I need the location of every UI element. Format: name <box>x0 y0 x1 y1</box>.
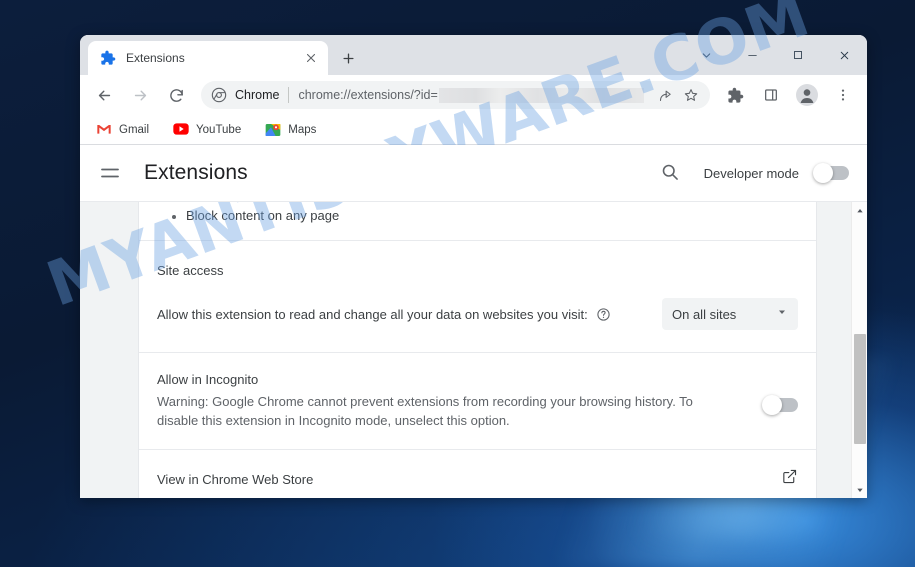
incognito-row: Allow in Incognito Warning: Google Chrom… <box>139 353 816 449</box>
permission-bullet-text: Block content on any page <box>186 208 340 223</box>
bookmark-youtube[interactable]: YouTube <box>167 119 247 141</box>
site-access-select[interactable]: On all sites <box>662 298 798 330</box>
extensions-page-header: Extensions Developer mode <box>80 145 867 202</box>
help-circle-icon[interactable] <box>596 307 611 322</box>
omnibox-actions <box>652 82 704 108</box>
chrome-browser-window: Extensions Chrome chrome://extensions/?i… <box>80 35 867 498</box>
bookmark-gmail[interactable]: Gmail <box>90 119 155 141</box>
bookmark-label: YouTube <box>196 123 242 136</box>
window-controls <box>683 35 867 75</box>
incognito-texts: Allow in Incognito Warning: Google Chrom… <box>157 372 764 430</box>
permission-bullet-row: Block content on any page <box>139 202 816 240</box>
extension-detail-card: Block content on any page Site access Al… <box>138 202 817 498</box>
browser-tab-extensions[interactable]: Extensions <box>88 41 328 75</box>
youtube-icon <box>173 122 189 138</box>
back-arrow-icon[interactable] <box>89 80 119 110</box>
side-panel-icon[interactable] <box>756 80 786 110</box>
bullet-dot-icon <box>172 215 176 219</box>
scroll-down-arrow-icon[interactable] <box>852 481 867 498</box>
extensions-detail-body: Block content on any page Site access Al… <box>80 202 867 498</box>
site-access-heading: Site access <box>157 263 224 278</box>
address-bar[interactable]: Chrome chrome://extensions/?id= <box>201 81 710 109</box>
site-access-row: Allow this extension to read and change … <box>139 286 816 352</box>
site-access-question: Allow this extension to read and change … <box>157 306 588 322</box>
developer-mode-toggle[interactable] <box>813 163 849 183</box>
minimize-icon[interactable] <box>729 35 775 75</box>
web-store-label: View in Chrome Web Store <box>157 471 314 487</box>
new-tab-button[interactable] <box>334 44 362 72</box>
share-icon[interactable] <box>652 82 678 108</box>
incognito-title: Allow in Incognito <box>157 372 259 387</box>
incognito-warning: Warning: Google Chrome cannot prevent ex… <box>157 394 693 428</box>
google-maps-icon <box>265 122 281 138</box>
external-link-icon[interactable] <box>781 468 798 490</box>
chevron-down-icon <box>776 305 788 323</box>
redacted-extension-id <box>438 87 644 103</box>
browser-toolbar: Chrome chrome://extensions/?id= <box>80 75 867 115</box>
web-store-row[interactable]: View in Chrome Web Store <box>139 450 816 498</box>
reload-icon[interactable] <box>161 80 191 110</box>
tab-title: Extensions <box>126 51 185 65</box>
scrollbar-thumb[interactable] <box>854 334 866 444</box>
search-icon[interactable] <box>660 162 682 184</box>
header-actions: Developer mode <box>660 162 849 184</box>
chevron-down-icon[interactable] <box>683 35 729 75</box>
page-title: Extensions <box>144 161 248 184</box>
hamburger-menu-icon[interactable] <box>98 161 122 185</box>
gmail-icon <box>96 122 112 138</box>
profile-avatar-icon[interactable] <box>792 80 822 110</box>
omnibox-separator <box>288 87 290 103</box>
scroll-up-arrow-icon[interactable] <box>852 202 867 219</box>
site-access-selected-value: On all sites <box>672 306 737 322</box>
forward-arrow-icon[interactable] <box>125 80 155 110</box>
developer-mode-label: Developer mode <box>703 165 799 181</box>
more-menu-icon[interactable] <box>828 80 858 110</box>
star-icon[interactable] <box>678 82 704 108</box>
chrome-logo-icon <box>211 87 227 103</box>
bookmark-maps[interactable]: Maps <box>259 119 322 141</box>
maximize-icon[interactable] <box>775 35 821 75</box>
toggle-knob <box>813 163 833 183</box>
bookmark-label: Maps <box>288 123 317 136</box>
extensions-puzzle-icon[interactable] <box>720 80 750 110</box>
omnibox-url: chrome://extensions/?id= <box>298 87 644 103</box>
puzzle-piece-icon <box>100 50 116 66</box>
bookmarks-bar: Gmail YouTube Maps <box>80 115 867 145</box>
bookmark-label: Gmail <box>119 123 150 136</box>
omnibox-scheme-label: Chrome <box>235 88 280 102</box>
tab-strip: Extensions <box>80 35 867 75</box>
omnibox-url-text: chrome://extensions/?id= <box>298 88 438 102</box>
close-icon[interactable] <box>821 35 867 75</box>
close-icon[interactable] <box>302 49 320 67</box>
vertical-scrollbar[interactable] <box>851 202 867 498</box>
incognito-toggle[interactable] <box>762 395 798 415</box>
toggle-knob <box>762 395 782 415</box>
